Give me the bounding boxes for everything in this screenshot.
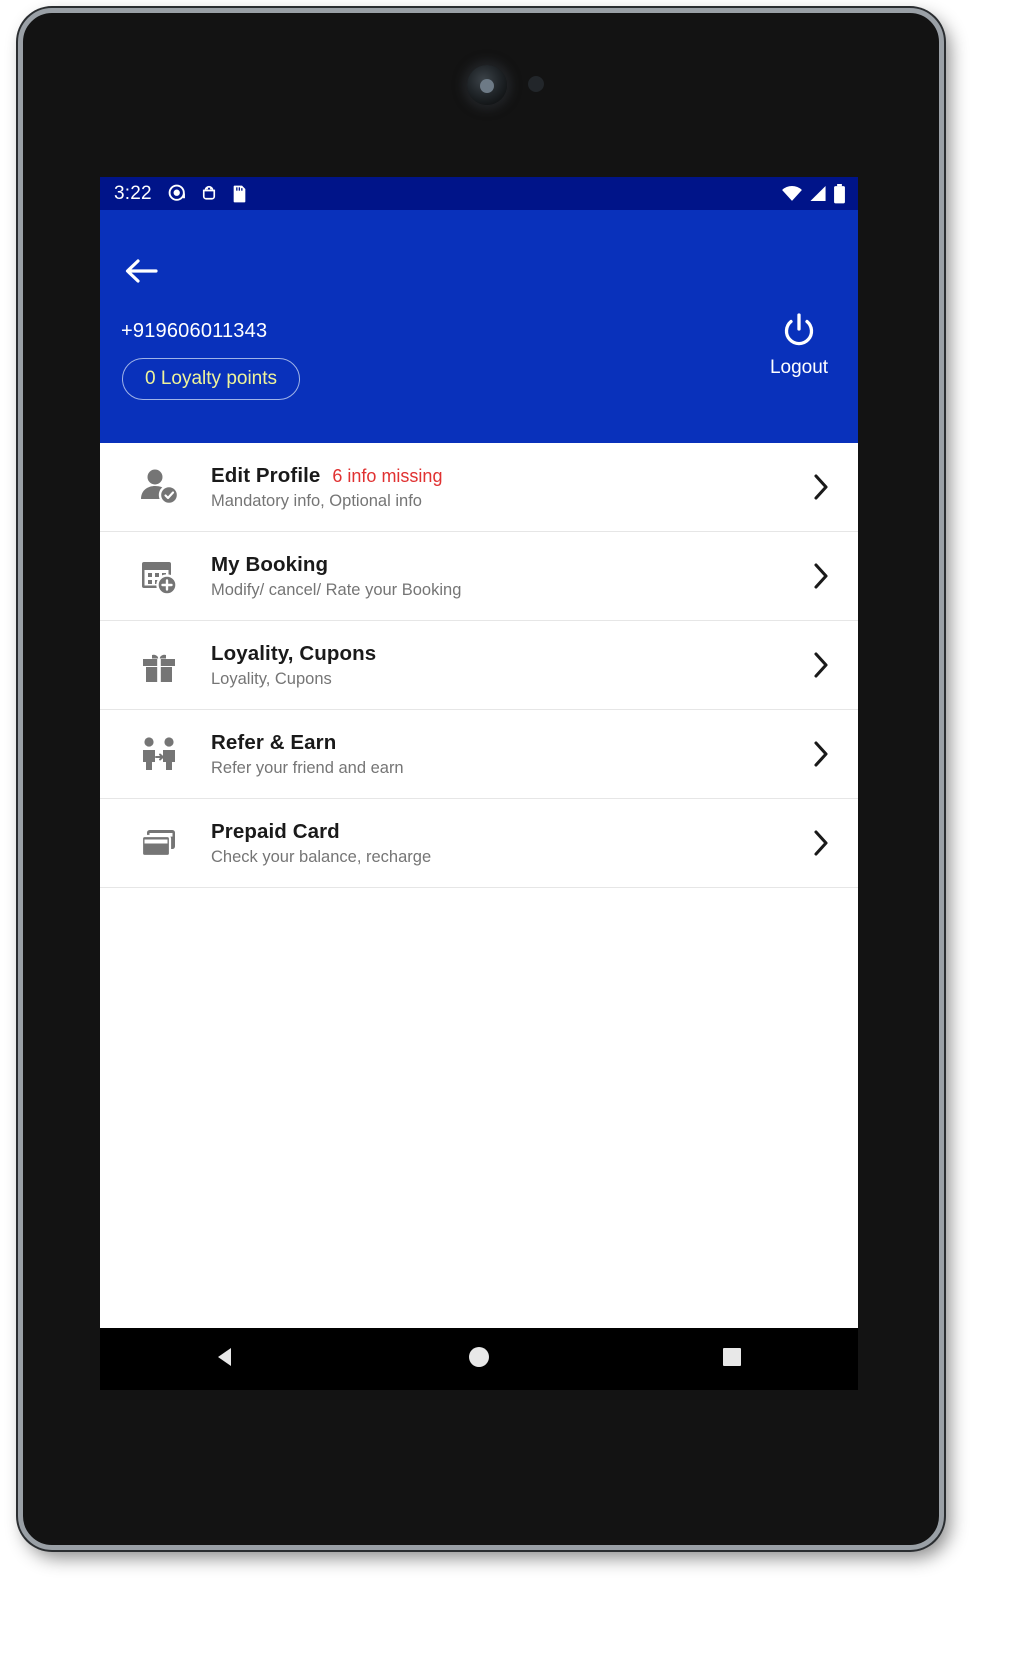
status-bar-left-group: 3:22 [114,183,261,205]
logout-label: Logout [769,357,829,378]
loyalty-points-label: 0 Loyalty points [145,368,278,389]
menu-item-title-line: My Booking [211,553,800,577]
menu-item-subtitle: Modify/ cancel/ Rate your Booking [211,580,462,599]
menu-item-title: My Booking [211,552,329,576]
status-bar: 3:22 [100,177,858,210]
menu-item-text: Loyality, Cupons Loyality, Cupons [192,642,800,689]
account-menu-list: Edit Profile 6 info missing Mandatory in… [100,443,858,888]
menu-item-title: Loyality, Cupons [211,641,377,665]
logout-button[interactable]: Logout [754,312,844,379]
front-camera-icon [467,65,507,105]
menu-item-loyalty-coupons[interactable]: Loyality, Cupons Loyality, Cupons [100,621,858,710]
chevron-right-icon[interactable] [800,650,842,680]
menu-item-title: Refer & Earn [211,730,337,754]
camera-lens-dot [480,79,494,93]
menu-item-title-line: Loyality, Cupons [211,642,800,666]
loyalty-points-chip[interactable]: 0 Loyalty points [122,358,301,400]
menu-item-title-line: Refer & Earn [211,731,800,755]
calendar-booking-icon [126,553,192,599]
gift-icon [126,642,192,688]
chevron-right-icon[interactable] [800,828,842,858]
prepaid-card-icon [126,820,192,866]
arrow-back-icon [124,256,158,291]
menu-item-refer-earn[interactable]: Refer & Earn Refer your friend and earn [100,710,858,799]
menu-item-title-line: Edit Profile 6 info missing [211,464,800,488]
menu-item-subtitle: Loyality, Cupons [211,669,332,688]
android-navigation-bar [100,1328,858,1390]
signal-icon [808,185,828,202]
menu-item-text: Refer & Earn Refer your friend and earn [192,731,800,778]
status-bar-right-group [781,177,846,210]
back-button[interactable] [118,250,164,296]
menu-item-text: Edit Profile 6 info missing Mandatory in… [192,464,800,511]
chevron-right-icon[interactable] [800,739,842,769]
chevron-right-icon[interactable] [800,472,842,502]
status-clock: 3:22 [114,182,152,204]
power-icon [780,312,818,355]
nav-home-circle-icon [467,1345,491,1374]
menu-item-subtitle: Refer your friend and earn [211,758,404,777]
nav-back-triangle-icon [215,1346,237,1373]
nav-home-button[interactable] [434,1328,524,1390]
menu-item-text: My Booking Modify/ cancel/ Rate your Boo… [192,553,800,600]
android-debug-icon [200,184,218,203]
chevron-right-icon[interactable] [800,561,842,591]
refer-friends-icon [126,731,192,777]
menu-item-edit-profile[interactable]: Edit Profile 6 info missing Mandatory in… [100,443,858,532]
phone-screen: 3:22 +919606011343 0 Loyalty points Logo… [100,177,858,1390]
battery-icon [833,183,846,204]
profile-header: +919606011343 0 Loyalty points Logout [100,210,858,443]
menu-item-my-booking[interactable]: My Booking Modify/ cancel/ Rate your Boo… [100,532,858,621]
message-icon [168,184,187,203]
menu-item-text: Prepaid Card Check your balance, recharg… [192,820,800,867]
wifi-icon [781,185,803,202]
menu-item-prepaid-card[interactable]: Prepaid Card Check your balance, recharg… [100,799,858,888]
proximity-sensor-icon [528,76,544,92]
menu-item-subtitle: Check your balance, recharge [211,847,432,866]
status-badge: 6 info missing [332,465,443,486]
menu-item-title: Edit Profile [211,463,321,487]
menu-item-subtitle: Mandatory info, Optional info [211,491,422,510]
sd-card-icon [231,184,248,204]
nav-recents-square-icon [722,1347,742,1372]
nav-back-button[interactable] [181,1328,271,1390]
phone-number: +919606011343 [121,320,268,342]
menu-item-title-line: Prepaid Card [211,820,800,844]
menu-item-title: Prepaid Card [211,819,340,843]
nav-recents-button[interactable] [687,1328,777,1390]
person-edit-icon [126,464,192,510]
